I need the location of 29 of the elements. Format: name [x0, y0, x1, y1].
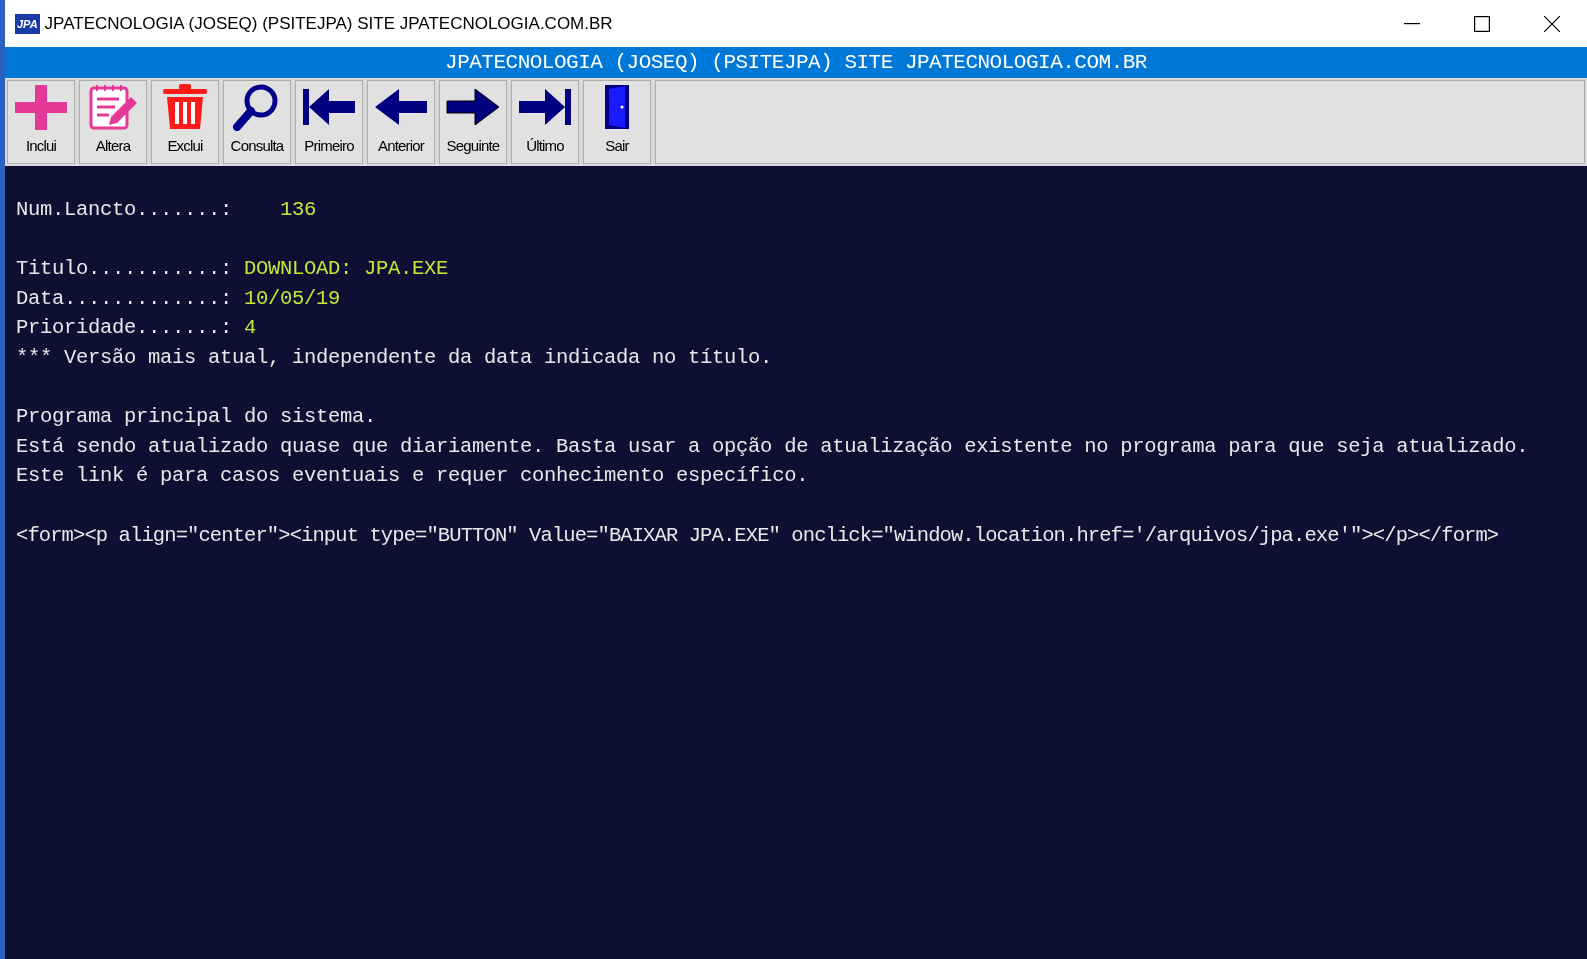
field-label: Num.Lancto.......: [16, 198, 233, 221]
note-text: *** Versão mais atual, independente da data indicada no título. [16, 345, 773, 369]
close-icon [1544, 15, 1560, 32]
plus-icon [13, 83, 69, 131]
field-label: Prioridade.......: [16, 316, 233, 340]
toolbar-button[interactable]: Anterior [367, 80, 435, 164]
description-line: Programa principal do sistema. [16, 405, 377, 429]
banner: JPATECNOLOGIA (JOSEQ) (PSITEJPA) SITE JPATECNOLOGIA.COM.BR [5, 47, 1587, 78]
toolbar-button[interactable]: Sair [583, 80, 651, 164]
minimize-icon [1404, 22, 1420, 25]
field-value: 136 [280, 198, 317, 221]
field-value: 10/05/19 [244, 286, 341, 310]
toolbar-button[interactable]: Seguinte [439, 80, 507, 164]
toolbar-button[interactable]: Último [511, 80, 579, 164]
field-label: Data.............: [16, 286, 233, 310]
toolbar-button[interactable]: Exclui [151, 80, 219, 164]
description-line: Está sendo atualizado quase que diariamente. Basta usar a opção de atualização existente no programa para que seja atualizado. [16, 434, 1529, 458]
field-label: Titulo...........: [16, 257, 233, 281]
description-line: Este link é para casos eventuais e requer conhecimento específico. [16, 464, 809, 488]
html-code-line: <form><p align="center"><input type="BUTTON" Value="BAIXAR JPA.EXE" onclick="window.location.href='/arquivos/jpa.exe'"></p></form> [16, 523, 1499, 547]
toolbar-button[interactable]: Primeiro [295, 80, 363, 164]
field-value: 4 [244, 316, 257, 340]
window-title: JPATECNOLOGIA (JOSEQ) (PSITEJPA) SITE JPATECNOLOGIA.COM.BR [44, 12, 613, 35]
app-logo: JPA [15, 13, 40, 34]
maximize-icon [1474, 15, 1490, 32]
toolbar-button[interactable]: Consulta [223, 80, 291, 164]
toolbar-button[interactable]: Inclui [7, 80, 75, 164]
toolbar-button[interactable]: Altera [79, 80, 147, 164]
field-value: DOWNLOAD: JPA.EXE [244, 257, 449, 281]
